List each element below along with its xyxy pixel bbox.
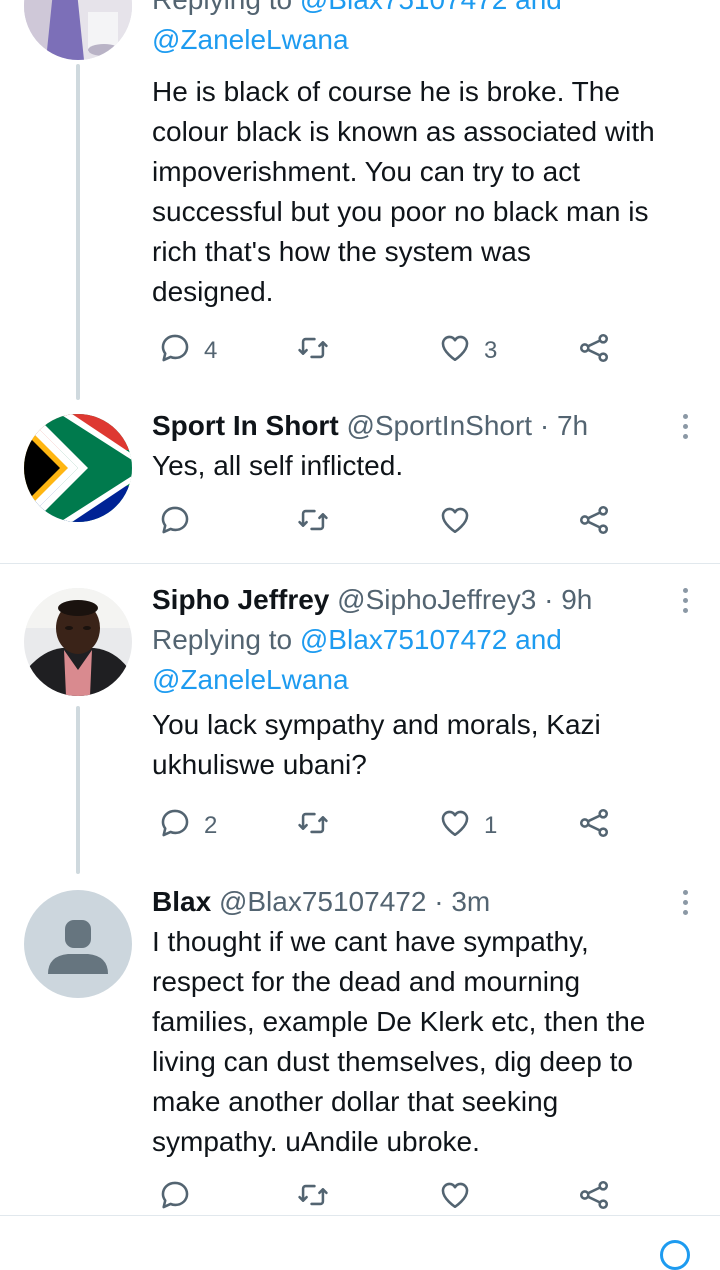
mention-link[interactable]: @Blax75107472	[300, 0, 507, 15]
tweet-sipho-jeffrey[interactable]: Sipho Jeffrey @SiphoJeffrey3 · 9h Replyi…	[0, 564, 720, 874]
replying-to: Replying to @Blax75107472 and @ZaneleLwa…	[152, 0, 696, 60]
user-handle[interactable]: @SportInShort	[346, 410, 532, 441]
thread-line	[76, 706, 80, 874]
like-icon	[438, 806, 472, 847]
tweet-time[interactable]: 3m	[451, 886, 490, 917]
tweet-zero[interactable]: Replying to @Blax75107472 and @ZaneleLwa…	[0, 0, 720, 400]
share-button[interactable]	[577, 501, 611, 545]
share-button[interactable]	[577, 804, 611, 848]
mention-link[interactable]: @Blax75107472	[300, 624, 507, 655]
reply-button[interactable]	[158, 501, 204, 545]
tweet-text: You lack sympathy and morals, Kazi ukhul…	[152, 709, 601, 780]
display-name[interactable]: Blax	[152, 886, 211, 917]
share-icon	[577, 1178, 611, 1219]
mention-link[interactable]: @ZaneleLwana	[152, 664, 349, 695]
like-button[interactable]	[438, 1176, 484, 1220]
tweet-text: I thought if we cant have sympathy, resp…	[152, 926, 646, 1157]
avatar[interactable]	[24, 0, 132, 60]
retweet-icon	[296, 806, 330, 847]
like-icon	[438, 503, 472, 544]
tweet-sport-in-short[interactable]: Sport In Short @SportInShort · 7h Yes, a…	[0, 400, 720, 563]
display-name[interactable]: Sipho Jeffrey	[152, 584, 329, 615]
tweet-actions	[152, 501, 622, 545]
tweet-time[interactable]: 7h	[557, 410, 588, 441]
tweet-time[interactable]: 9h	[561, 584, 592, 615]
reply-button[interactable]: 4	[158, 329, 217, 373]
thread-line	[76, 64, 80, 400]
tweet-header: Blax @Blax75107472 · 3m	[152, 886, 491, 917]
reply-icon	[158, 331, 192, 372]
retweet-icon	[296, 503, 330, 544]
share-button[interactable]	[577, 329, 611, 373]
more-options-icon[interactable]	[680, 588, 690, 613]
display-name[interactable]: Sport In Short	[152, 410, 339, 441]
more-options-icon[interactable]	[680, 890, 690, 915]
tweet-actions: 2 1	[152, 804, 622, 848]
retweet-button[interactable]	[296, 804, 342, 848]
like-icon	[438, 1178, 472, 1219]
like-button[interactable]: 1	[438, 804, 497, 848]
share-icon	[577, 503, 611, 544]
reply-button[interactable]	[158, 1176, 204, 1220]
tweet-actions	[152, 1176, 622, 1220]
like-button[interactable]	[438, 501, 484, 545]
reply-button[interactable]: 2	[158, 804, 217, 848]
reply-icon	[158, 503, 192, 544]
tweet-divider	[0, 1215, 720, 1216]
reply-icon	[158, 806, 192, 847]
retweet-button[interactable]	[296, 329, 342, 373]
like-button[interactable]: 3	[438, 329, 497, 373]
mention-link[interactable]: @ZaneleLwana	[152, 24, 349, 55]
avatar[interactable]	[24, 414, 132, 522]
tweet-text: He is black of course he is broke. The c…	[152, 76, 655, 307]
retweet-button[interactable]	[296, 501, 342, 545]
share-icon	[577, 806, 611, 847]
tweet-header: Sport In Short @SportInShort · 7h	[152, 410, 589, 441]
more-options-icon[interactable]	[680, 414, 690, 439]
reply-icon	[158, 1178, 192, 1219]
user-handle[interactable]: @Blax75107472	[219, 886, 426, 917]
partial-element-bottom	[660, 1240, 690, 1270]
south-africa-flag-icon	[24, 414, 132, 522]
share-button[interactable]	[577, 1176, 611, 1220]
tweet-header: Sipho Jeffrey @SiphoJeffrey3 · 9h	[152, 584, 593, 615]
retweet-button[interactable]	[296, 1176, 342, 1220]
retweet-icon	[296, 331, 330, 372]
avatar[interactable]	[24, 588, 132, 696]
share-icon	[577, 331, 611, 372]
avatar[interactable]	[24, 890, 132, 998]
retweet-icon	[296, 1178, 330, 1219]
tweet-actions: 4 3	[152, 329, 622, 373]
tweet-blax[interactable]: Blax @Blax75107472 · 3m I thought if we …	[0, 874, 720, 1214]
replying-to: Replying to @Blax75107472 and @ZaneleLwa…	[152, 624, 562, 695]
user-handle[interactable]: @SiphoJeffrey3	[337, 584, 536, 615]
tweet-text: Yes, all self inflicted.	[152, 450, 404, 481]
default-profile-icon	[24, 890, 132, 998]
like-icon	[438, 331, 472, 372]
